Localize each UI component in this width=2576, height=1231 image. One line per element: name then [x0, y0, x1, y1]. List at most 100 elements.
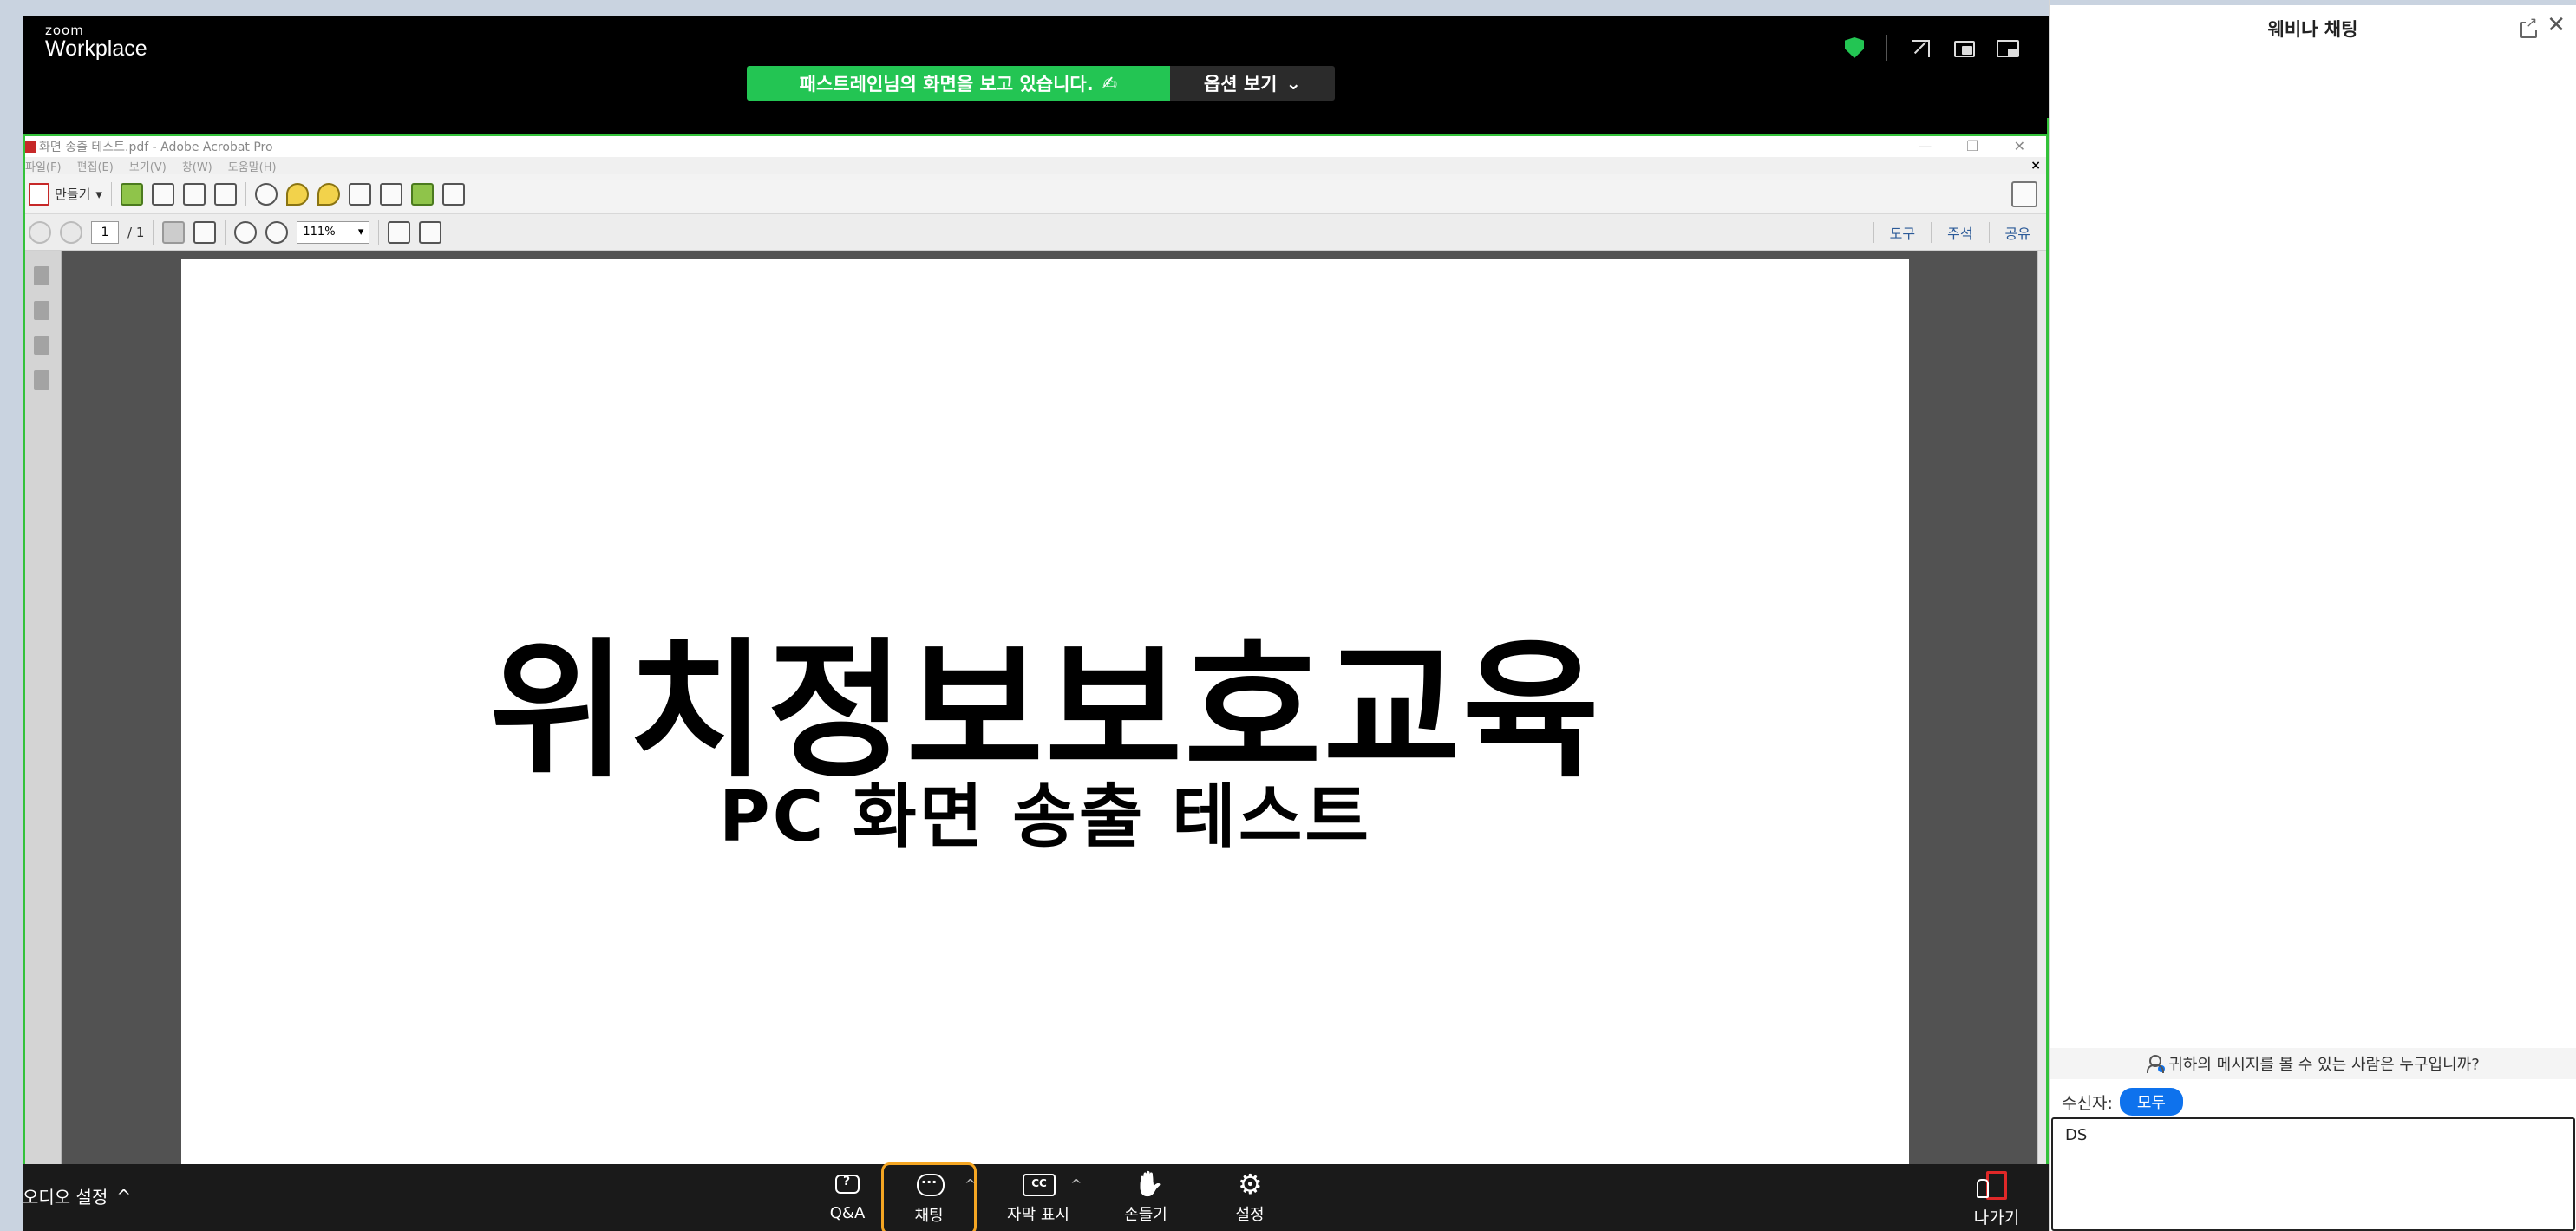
chat-panel-title: 웨비나 채팅	[2267, 19, 2358, 40]
popout-icon[interactable]	[2520, 14, 2538, 38]
create-button[interactable]: 만들기 ▾	[29, 182, 102, 206]
leave-button[interactable]: 나가기	[1971, 1171, 2023, 1228]
chat-caret-up-icon[interactable]: ^	[964, 1176, 976, 1193]
toolbar-divider	[110, 181, 112, 206]
message-visibility-text: 귀하의 메시지를 볼 수 있는 사람은 누구입니까?	[2168, 1056, 2480, 1074]
fit-page-icon[interactable]	[419, 220, 442, 244]
screen-share-banner: 패스트레인님의 화면을 보고 있습니다. ✍	[747, 66, 1170, 101]
leave-door-icon	[1977, 1171, 2007, 1200]
hand-tool-icon[interactable]	[193, 220, 217, 244]
gear-icon	[1236, 1168, 1264, 1201]
message-visibility-link[interactable]: 귀하의 메시지를 볼 수 있는 사람은 누구입니까?	[2050, 1048, 2576, 1079]
zoom-in-icon[interactable]	[265, 220, 289, 244]
toolbar-divider	[378, 219, 380, 245]
fullscreen-icon[interactable]	[1910, 37, 1931, 58]
person-icon	[2146, 1055, 2166, 1073]
recipient-select[interactable]: 모두	[2119, 1088, 2183, 1116]
chevron-down-icon: ⌄	[1285, 73, 1302, 94]
zoom-logo: zoom Workplace	[45, 24, 147, 60]
email-icon[interactable]	[213, 182, 237, 206]
settings-label: 설정	[1235, 1205, 1265, 1224]
share-link[interactable]: 공유	[1988, 222, 2046, 243]
page-down-icon[interactable]	[60, 220, 82, 244]
caret-down-icon: ▾	[357, 226, 364, 239]
minimize-window-icon[interactable]	[1997, 37, 2019, 58]
shared-screen-area: 화면 송출 테스트.pdf - Adobe Acrobat Pro — ❐ ✕ …	[23, 134, 2049, 1180]
tools-link[interactable]: 도구	[1873, 222, 1931, 243]
menu-file[interactable]: 파일(F)	[25, 158, 62, 174]
acrobat-window-controls: — ❐ ✕	[1918, 138, 2025, 154]
raise-hand-button[interactable]: 손들기	[1098, 1164, 1193, 1231]
text-tool-icon[interactable]	[441, 182, 465, 206]
document-edit-icon[interactable]	[379, 182, 402, 206]
menu-view[interactable]: 보기(V)	[129, 158, 167, 174]
settings-button[interactable]: 설정	[1202, 1164, 1298, 1231]
acrobat-menu-bar: 파일(F) 편집(E) 보기(V) 창(W) 도움말(H) ×	[25, 157, 2046, 174]
view-options-button[interactable]: 옵션 보기 ⌄	[1170, 66, 1335, 101]
comment-icon[interactable]	[285, 182, 309, 206]
share-banner-text: 패스트레인님의 화면을 보고 있습니다.	[799, 74, 1094, 95]
menu-edit[interactable]: 편집(E)	[77, 158, 114, 174]
fit-width-icon[interactable]	[388, 220, 411, 244]
document-close-icon[interactable]: ×	[2030, 159, 2041, 173]
bookmark-icon[interactable]	[34, 301, 49, 320]
chat-message-input[interactable]: DS	[2051, 1117, 2575, 1231]
expand-toolbar-icon[interactable]	[2011, 181, 2037, 207]
acrobat-main-toolbar: 만들기 ▾	[25, 174, 2046, 214]
settings-gear-icon[interactable]	[254, 182, 278, 206]
highlight-comment-icon[interactable]	[317, 182, 340, 206]
toolbar-divider	[225, 219, 226, 245]
audio-settings-button[interactable]: 오디오 설정 ^	[23, 1183, 131, 1208]
select-cursor-icon[interactable]	[162, 220, 186, 244]
save-icon[interactable]	[151, 182, 174, 206]
zoom-level-select[interactable]: 111% ▾	[297, 220, 370, 244]
qa-label: Q&A	[829, 1204, 866, 1222]
restore-icon[interactable]: ❐	[1966, 138, 1978, 154]
close-icon[interactable]: ✕	[2547, 12, 2566, 38]
pdf-file-icon	[25, 141, 36, 153]
screen: zoom Workplace 패스트레인님의 화면을 보고 있습니다. ✍ 옵션…	[0, 0, 2576, 1231]
zoom-out-icon[interactable]	[234, 220, 258, 244]
attachment-icon[interactable]	[34, 336, 49, 355]
menu-window[interactable]: 창(W)	[182, 158, 212, 174]
document-export-icon[interactable]	[410, 182, 434, 206]
create-pdf-icon	[29, 182, 49, 206]
page-total: / 1	[127, 224, 145, 240]
acrobat-right-links: 도구 주석 공유	[1873, 214, 2046, 251]
captions-caret-up-icon[interactable]: ^	[1070, 1176, 1082, 1193]
qa-icon	[834, 1173, 861, 1199]
view-mode-icon[interactable]	[1953, 37, 1975, 58]
acrobat-navigation-toolbar: 1 / 1 111% ▾ 도구 주석 공유	[25, 214, 2046, 251]
page-number-input[interactable]: 1	[91, 220, 119, 244]
open-folder-icon[interactable]	[120, 182, 143, 206]
zoom-top-bar: zoom Workplace 패스트레인님의 화면을 보고 있습니다. ✍ 옵션…	[23, 16, 2049, 134]
closed-caption-icon	[1023, 1171, 1056, 1197]
captions-label: 자막 표시	[1007, 1205, 1069, 1224]
raise-hand-icon	[1132, 1171, 1160, 1197]
webinar-chat-panel: 웨비나 채팅 ✕ 귀하의 메시지를 볼 수 있는 사람은 누구입니까? 수신자:…	[2049, 0, 2576, 1231]
raise-hand-label: 손들기	[1124, 1205, 1167, 1224]
toolbar-divider	[1886, 35, 1887, 61]
minimize-icon[interactable]: —	[1918, 138, 1932, 154]
caret-up-icon[interactable]: ^	[116, 1186, 131, 1207]
chat-bubble-icon	[915, 1172, 945, 1198]
leave-label: 나가기	[1973, 1208, 2020, 1228]
captions-button[interactable]: 자막 표시	[991, 1164, 1086, 1231]
caret-down-icon: ▾	[95, 186, 102, 202]
print-icon[interactable]	[182, 182, 206, 206]
comment-link[interactable]: 주석	[1931, 222, 1988, 243]
signature-icon[interactable]	[34, 370, 49, 390]
page-thumbnails-icon[interactable]	[34, 266, 49, 285]
recipient-label: 수신자:	[2062, 1093, 2113, 1113]
page-up-icon[interactable]	[29, 220, 51, 244]
menu-help[interactable]: 도움말(H)	[228, 158, 277, 174]
close-icon[interactable]: ✕	[2014, 138, 2025, 154]
logo-small-text: zoom	[45, 23, 84, 38]
chat-button[interactable]: 채팅	[881, 1162, 977, 1231]
view-options-label: 옵션 보기	[1203, 74, 1278, 95]
annotate-pen-icon[interactable]: ✍	[1102, 73, 1118, 94]
zoom-main-window: zoom Workplace 패스트레인님의 화면을 보고 있습니다. ✍ 옵션…	[23, 16, 2049, 1231]
security-shield-icon[interactable]	[1845, 37, 1864, 58]
document-icon[interactable]	[348, 182, 371, 206]
zoom-bottom-toolbar: 오디오 설정 ^ Q&A 채팅 ^ 자막 표시 ^ 손들기	[23, 1162, 2049, 1231]
